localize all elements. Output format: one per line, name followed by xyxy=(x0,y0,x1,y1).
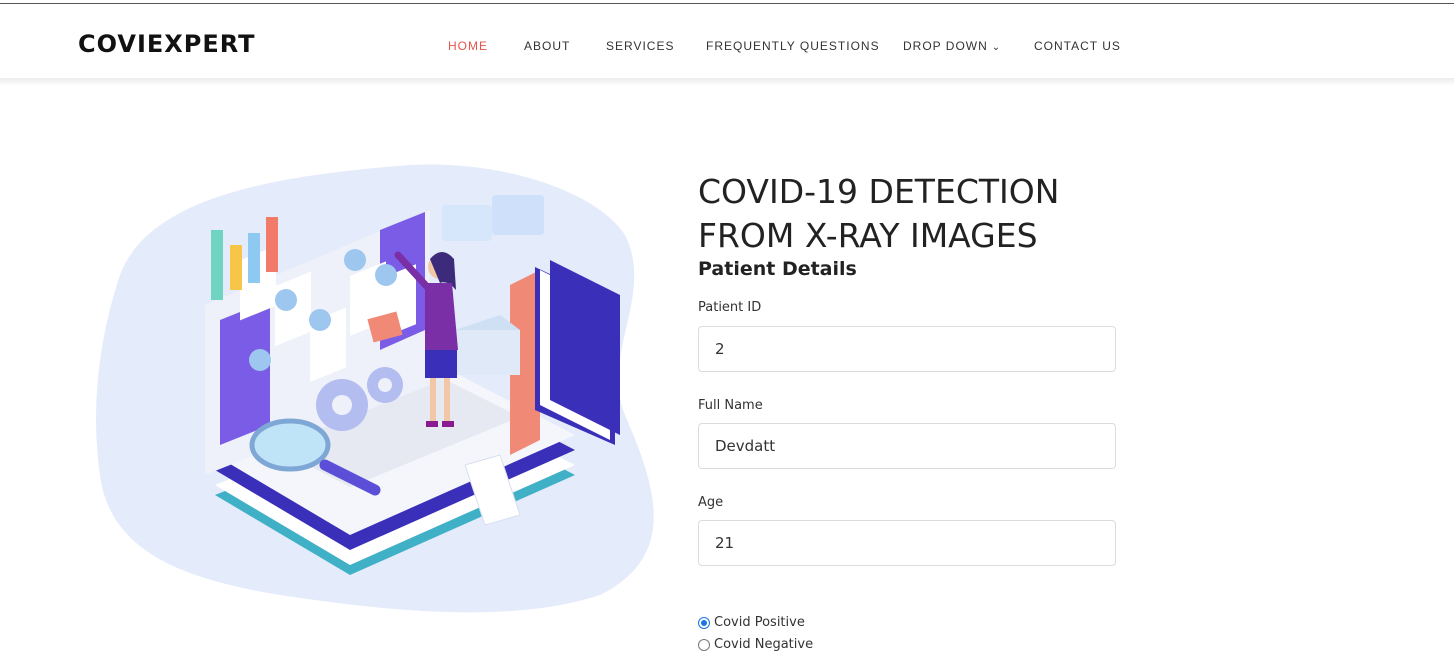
paper-stack-side xyxy=(455,330,520,375)
nav-frequently-questions[interactable]: FREQUENTLY QUESTIONS xyxy=(706,39,880,53)
covid-negative-option[interactable]: Covid Negative xyxy=(698,637,813,652)
nav-services[interactable]: SERVICES xyxy=(606,39,674,53)
full-name-label: Full Name xyxy=(698,398,763,413)
gear-icon-hole xyxy=(378,378,392,392)
avatar-circle xyxy=(275,289,297,311)
nav-contact-us[interactable]: CONTACT US xyxy=(1034,39,1121,53)
person-shoe xyxy=(442,421,454,427)
gear-icon-hole xyxy=(332,395,352,415)
covid-negative-radio[interactable] xyxy=(698,638,710,651)
bar-chart-bar xyxy=(211,230,223,300)
covid-positive-label: Covid Positive xyxy=(714,615,805,630)
covid-positive-option[interactable]: Covid Positive xyxy=(698,615,805,630)
person-leg xyxy=(430,378,436,423)
patient-details-heading: Patient Details xyxy=(698,258,857,280)
nav-home[interactable]: HOME xyxy=(448,39,488,53)
covid-negative-label: Covid Negative xyxy=(714,637,814,652)
page-title: COVID-19 DETECTION FROM X-RAY IMAGES xyxy=(698,170,1059,258)
monitor-panel-left xyxy=(220,300,270,445)
person-shoe xyxy=(426,421,438,427)
covid-positive-radio[interactable] xyxy=(698,616,710,629)
age-label: Age xyxy=(698,495,724,510)
avatar-circle xyxy=(249,349,271,371)
page-title-line-1: COVID-19 DETECTION xyxy=(698,172,1060,211)
avatar-circle xyxy=(309,309,331,331)
age-input[interactable] xyxy=(698,520,1116,566)
avatar-circle xyxy=(375,264,397,286)
person-leg xyxy=(444,378,450,423)
chat-bubble xyxy=(442,205,492,241)
patient-id-input[interactable] xyxy=(698,326,1116,372)
brand-logo[interactable]: COVIEXPERT xyxy=(78,30,256,58)
nav-drop-down-label: DROP DOWN xyxy=(903,39,988,53)
navbar-shadow xyxy=(0,78,1454,86)
nav-about[interactable]: ABOUT xyxy=(524,39,570,53)
page-title-line-2: FROM X-RAY IMAGES xyxy=(698,216,1038,255)
bar-chart-bar xyxy=(248,233,260,283)
chevron-down-icon: ⌄ xyxy=(991,42,1002,53)
hero-illustration xyxy=(96,164,654,613)
full-name-input[interactable] xyxy=(698,423,1116,469)
magnifier-lens xyxy=(249,418,331,472)
bar-chart-bar xyxy=(266,217,278,272)
chat-bubble xyxy=(492,195,544,235)
bar-chart-bar xyxy=(230,245,242,290)
navbar: COVIEXPERT HOME ABOUT SERVICES FREQUENTL… xyxy=(0,4,1454,78)
avatar-circle xyxy=(344,249,366,271)
nav-drop-down[interactable]: DROP DOWN ⌄ xyxy=(903,39,1001,53)
patient-id-label: Patient ID xyxy=(698,300,762,315)
person-skirt xyxy=(425,350,457,378)
